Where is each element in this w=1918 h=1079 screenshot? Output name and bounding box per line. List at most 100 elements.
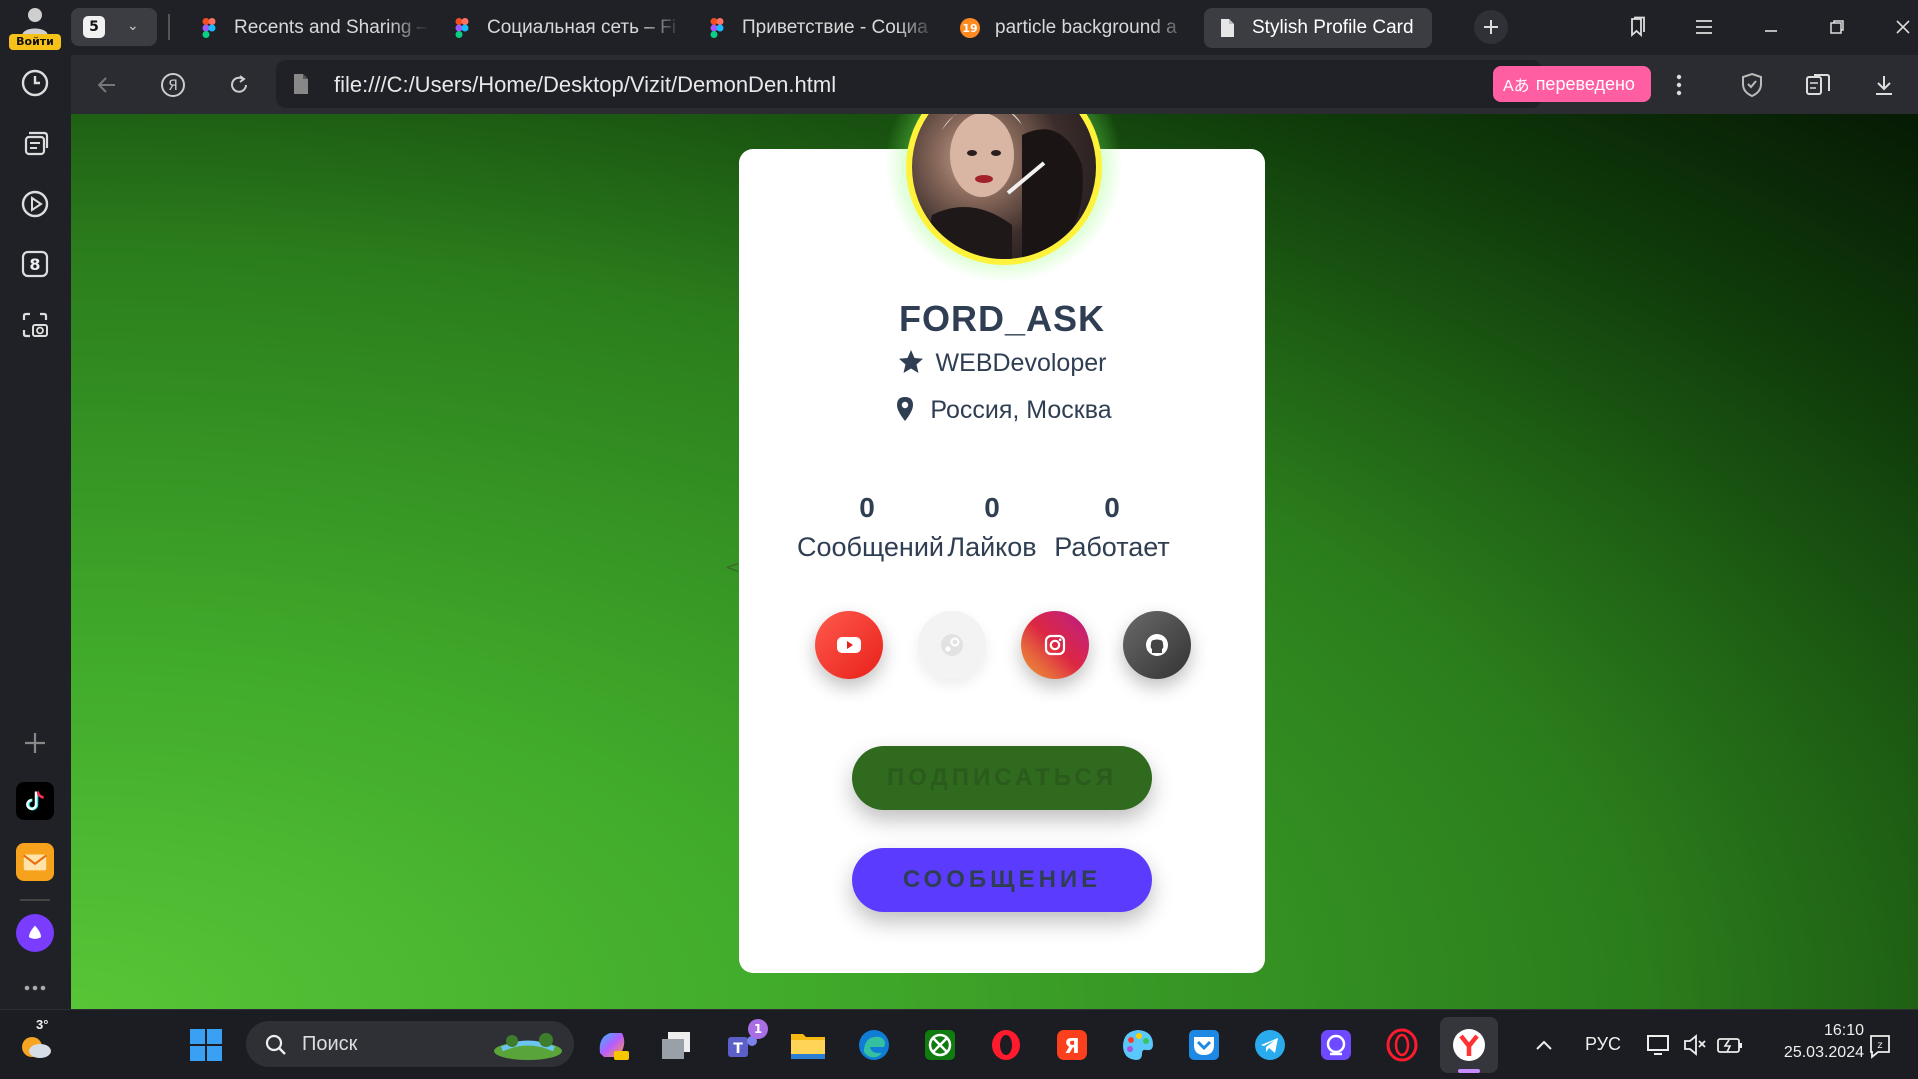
start-button[interactable] [186,1025,226,1065]
svg-text:Я: Я [1064,1034,1079,1058]
svg-text:19: 19 [962,22,977,35]
minimize-button[interactable] [1751,10,1791,44]
battery-charging-icon[interactable] [1716,1032,1744,1058]
video-button[interactable] [13,182,57,226]
github-icon [1146,634,1168,656]
user-avatar-icon [22,8,48,36]
alice-button[interactable] [16,914,54,952]
opera-gx-button[interactable] [1382,1025,1422,1065]
history-clock-icon [21,69,49,97]
copilot-button[interactable] [592,1025,632,1065]
chevron-left-icon: < [725,557,741,578]
history-button[interactable] [13,61,57,105]
translate-icon: Aあ [1503,78,1530,95]
volume-muted-icon[interactable] [1682,1032,1708,1058]
edge-button[interactable] [854,1025,894,1065]
subscribe-button[interactable]: ПОДПИСАТЬСЯ [852,746,1152,810]
protect-button[interactable] [1732,65,1772,105]
tab-stylish-profile-card[interactable]: Stylish Profile Card ✕ [1204,8,1432,48]
yandex-browser-button[interactable] [1440,1017,1498,1073]
yandex-icon: Я [1057,1030,1087,1060]
telegram-button[interactable] [1250,1025,1290,1065]
url-text: file:///C:/Users/Home/Desktop/Vizit/Demo… [334,72,837,97]
translate-button[interactable]: Aあ переведено [1493,66,1651,102]
weather-widget[interactable]: 3° [14,1017,58,1065]
tab-divider [168,14,170,40]
steam-link[interactable] [918,611,986,679]
clock-date: 25.03.2024 [1783,1044,1864,1061]
tab-fade [1150,8,1190,48]
restore-button[interactable] [1817,10,1857,44]
instagram-icon [1044,634,1066,656]
youtube-link[interactable] [815,611,883,679]
page-menu-button[interactable] [1659,65,1699,105]
xbox-button[interactable] [920,1025,960,1065]
network-display-icon[interactable] [1646,1032,1672,1058]
teams-button[interactable]: T 1 [722,1019,768,1065]
paint-palette-icon [1123,1030,1153,1060]
close-icon[interactable]: ✕ [1430,18,1432,39]
proton-button[interactable] [1316,1025,1356,1065]
alice-icon [29,925,41,939]
windows-taskbar: 3° Поиск T 1 Я РУС 16:10 25.03.2024 z [0,1009,1918,1079]
figma-icon [202,18,216,38]
profile-role: WEBDevoloper [739,349,1265,378]
pocket-button[interactable] [1184,1025,1224,1065]
add-panel-button[interactable] [13,721,57,765]
zen-button[interactable]: 8 [13,242,57,286]
back-arrow-icon [97,77,115,93]
new-tab-button[interactable] [1474,10,1508,44]
menu-button[interactable] [1684,10,1724,44]
search-highlight-illustration [494,1033,562,1060]
collections-button[interactable] [13,121,57,165]
mail-button[interactable] [16,843,54,881]
instagram-link[interactable] [1021,611,1089,679]
close-icon [1896,20,1910,34]
taskbar-search[interactable]: Поиск [246,1021,574,1067]
downloads-button[interactable] [1864,65,1904,105]
back-button[interactable] [87,65,127,105]
reading-list-button[interactable] [1798,65,1838,105]
tab-count-button[interactable]: 5 ⌄ [71,8,157,46]
avatar-photo [922,114,1083,259]
screenshot-button[interactable] [13,303,57,347]
file-icon [294,74,308,94]
github-link[interactable] [1123,611,1191,679]
tray-overflow-button[interactable] [1524,1025,1564,1065]
more-button[interactable] [13,966,57,1010]
tab-recents[interactable]: Recents and Sharing – [186,8,429,48]
login-button[interactable]: Войти [6,4,64,50]
tiktok-button[interactable] [16,782,54,820]
file-explorer-button[interactable] [788,1025,828,1065]
task-view-button[interactable] [656,1025,696,1065]
opera-icon [992,1030,1020,1060]
page-icon [1221,19,1234,37]
search-icon [265,1034,286,1055]
address-bar[interactable]: file:///C:/Users/Home/Desktop/Vizit/Demo… [276,60,1542,108]
reload-button[interactable] [219,65,259,105]
paint-button[interactable] [1118,1025,1158,1065]
close-window-button[interactable] [1883,10,1918,44]
weather-temp: 3° [36,1017,49,1032]
chevron-up-icon [1536,1040,1552,1050]
bookmarks-panel-button[interactable] [1618,10,1658,44]
stat-works: 0 Работает [1047,492,1177,563]
yandex-home-button[interactable]: Я [153,65,193,105]
input-language[interactable]: РУС [1585,1034,1621,1055]
plus-icon [1484,20,1498,34]
chevron-down-icon: ⌄ [127,18,139,34]
yandex-app-button[interactable]: Я [1052,1025,1092,1065]
tab-fade [897,8,937,48]
tab-particle-background[interactable]: 19 particle background a [947,8,1190,48]
star-icon [898,350,923,373]
opera-button[interactable] [986,1025,1026,1065]
tab-social-network[interactable]: Социальная сеть – Fi [439,8,682,48]
plus-icon [25,733,45,753]
clock[interactable]: 16:10 25.03.2024 [1764,1022,1864,1062]
notifications-icon[interactable]: z [1866,1030,1894,1060]
tab-greeting[interactable]: Приветствие - Социа [694,8,937,48]
message-button[interactable]: СООБЩЕНИЕ [852,848,1152,912]
steam-icon [941,634,963,656]
edge-icon [859,1030,889,1060]
more-dots-icon [24,985,46,991]
